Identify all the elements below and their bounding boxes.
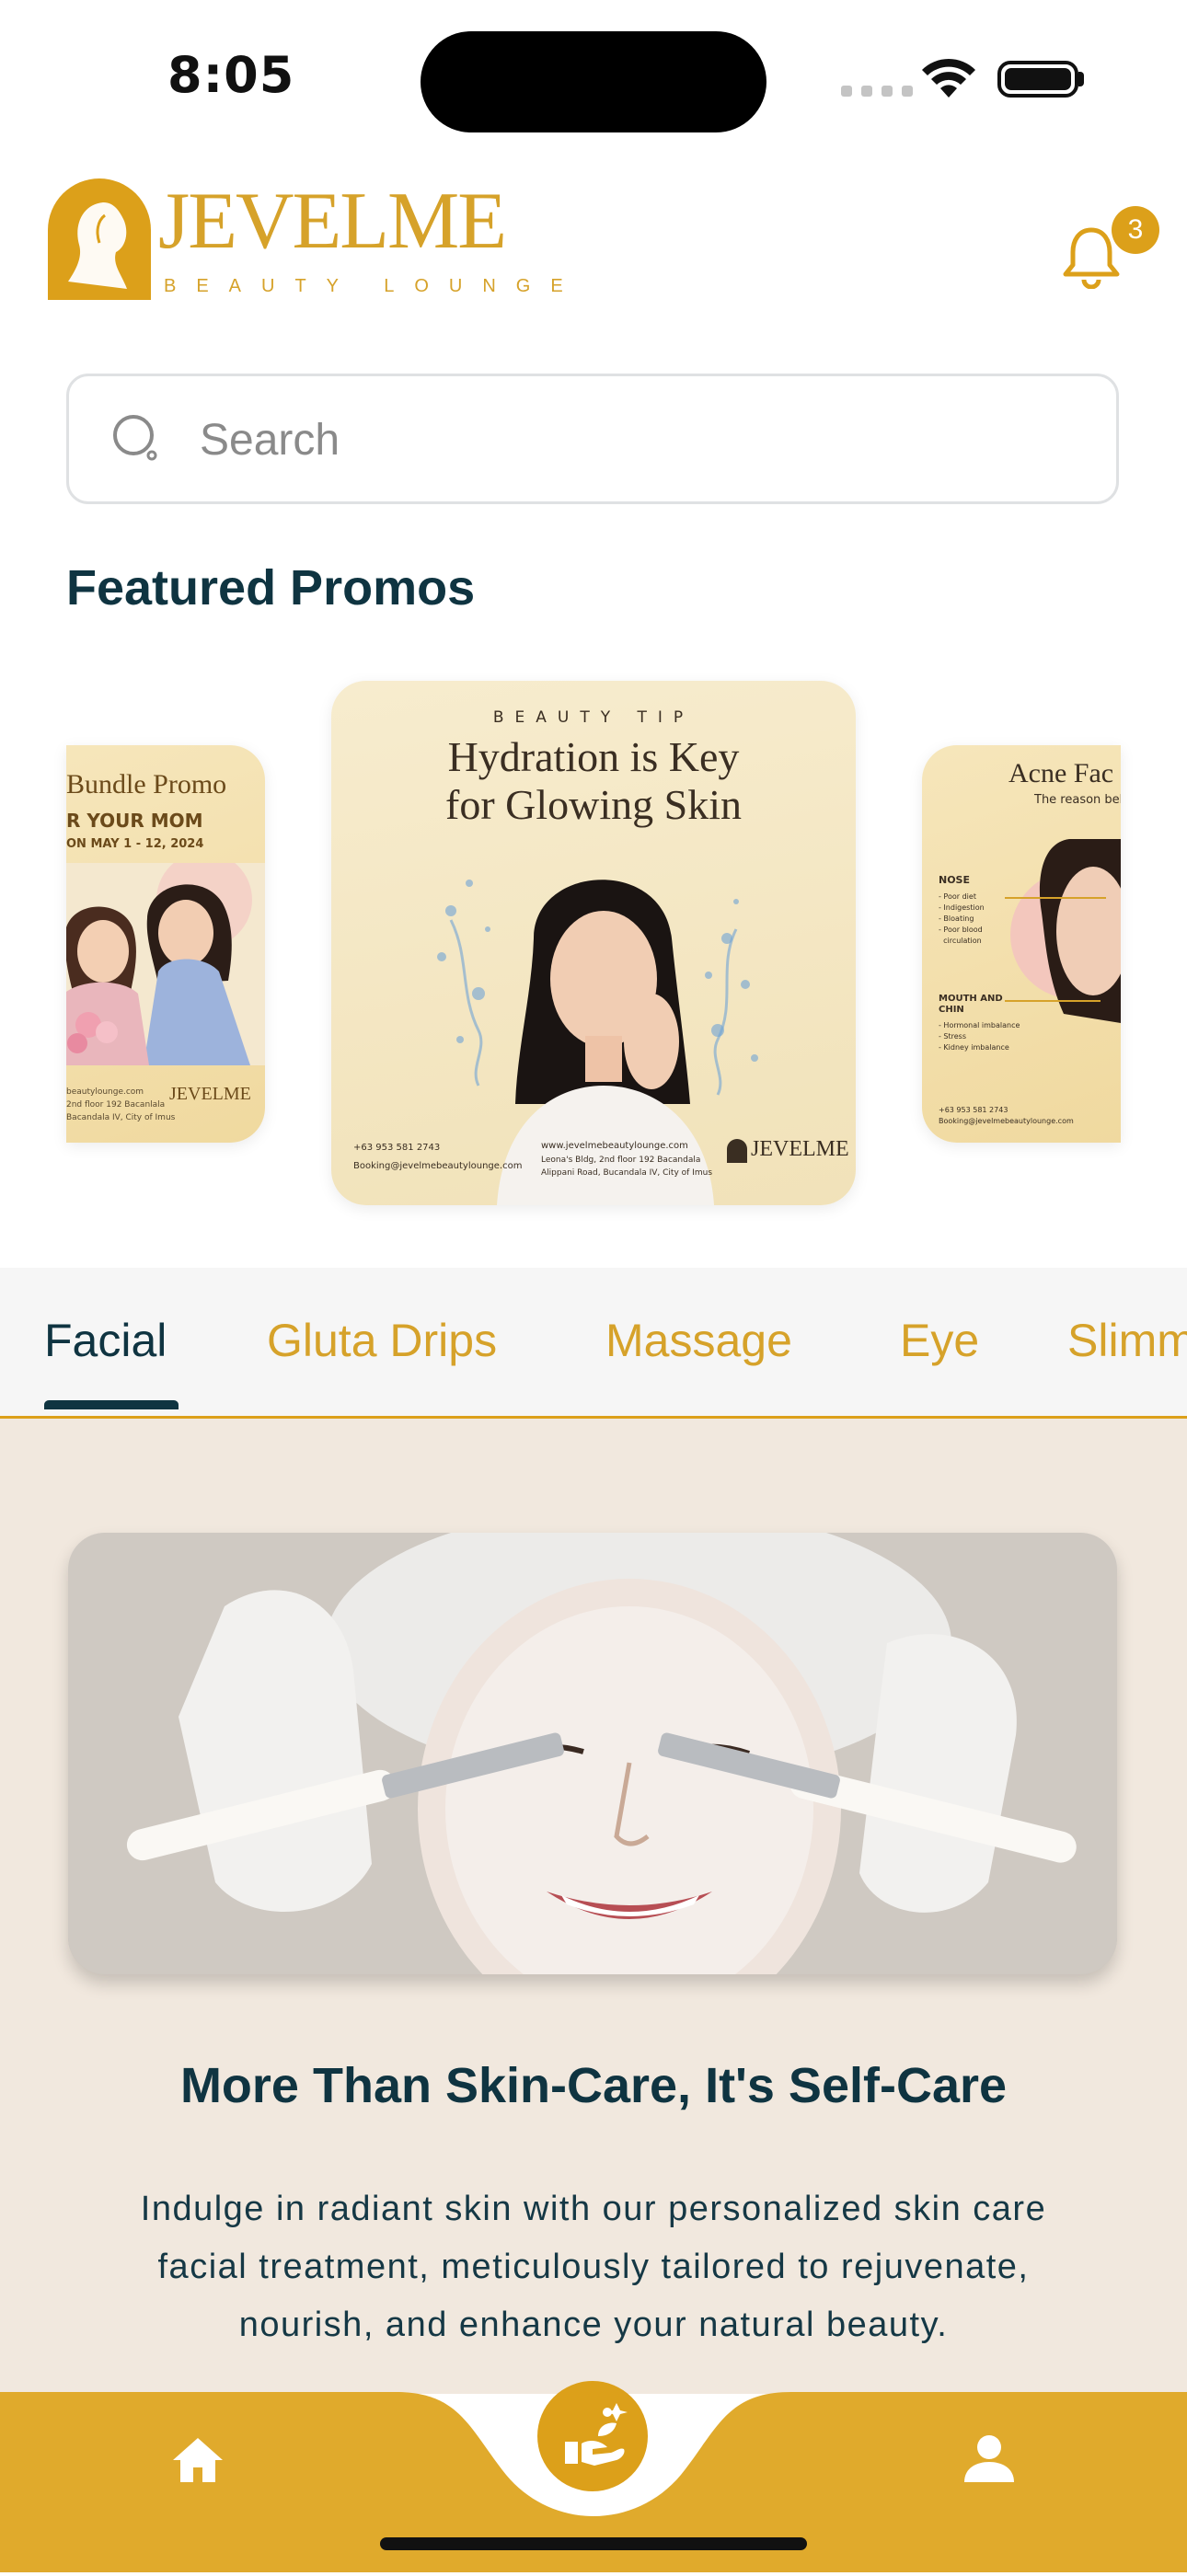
promo-section2-item: - Hormonal imbalance <box>939 1021 1020 1029</box>
promo-kicker: BEAUTY TIP <box>492 708 695 727</box>
notification-count-badge: 3 <box>1112 206 1159 254</box>
promo-section1-item: - Poor blood <box>939 926 983 934</box>
promo-section1-item: - Bloating <box>939 914 974 923</box>
cellular-signal-icon <box>841 86 913 97</box>
logo-subtitle: BEAUTY LOUNGE <box>164 276 583 296</box>
tab-facial[interactable]: Facial <box>44 1314 167 1367</box>
battery-cap <box>1078 72 1084 86</box>
logo-badge <box>48 178 151 300</box>
tab-massage[interactable]: Massage <box>605 1314 792 1367</box>
promo-footer-a: beautylounge.com <box>66 1087 144 1097</box>
search-input[interactable] <box>198 404 1030 476</box>
home-indicator <box>380 2537 807 2550</box>
promo-section2-item: - Stress <box>939 1032 967 1041</box>
promo-section2-item: - Kidney imbalance <box>939 1043 1009 1052</box>
facial-hero-image <box>68 1533 1117 1974</box>
content-title: More Than Skin-Care, It's Self-Care <box>179 2058 1008 2113</box>
content-description: Indulge in radiant skin with our persona… <box>140 2190 1047 2344</box>
promo-brand: JEVELME <box>751 1137 849 1161</box>
tab-eye[interactable]: Eye <box>900 1314 979 1367</box>
promo-footer-b: 2nd floor 192 Bacanlala <box>66 1100 166 1110</box>
promo-title-line1: Hydration is Key <box>447 733 740 780</box>
promo-email: Booking@jevelmebeautylounge.com <box>939 1117 1074 1125</box>
promo-phone: +63 953 581 2743 <box>353 1143 441 1153</box>
search-icon <box>111 413 163 468</box>
promo-section1-item: - Indigestion <box>939 903 985 912</box>
status-time: 8:05 <box>167 46 295 104</box>
promo-title: Acne Fac <box>1008 758 1114 788</box>
promo-section1-item: circulation <box>939 937 982 945</box>
home-icon[interactable] <box>171 2436 225 2488</box>
promo-email: Booking@jevelmebeautylounge.com <box>353 1161 523 1171</box>
services-fab-button[interactable] <box>537 2381 648 2491</box>
promo-subtitle: The reason behin <box>1034 793 1121 807</box>
promo-phone: +63 953 581 2743 <box>939 1106 1008 1114</box>
promo-brand-logo <box>727 1139 747 1163</box>
promo-address-1: Leona's Bldg, 2nd floor 192 Bacandala <box>541 1156 701 1165</box>
promo-section2-title: MOUTH AND CHIN <box>939 994 1003 1015</box>
wifi-icon <box>920 57 977 103</box>
promo-section1-title: NOSE <box>939 874 970 886</box>
tab-gluta-drips[interactable]: Gluta Drips <box>267 1314 497 1367</box>
category-tabs: Facial Gluta Drips Massage Eye Slimm <box>0 1268 1187 1419</box>
promo-subtitle: R YOUR MOM <box>66 810 203 832</box>
promo-card-bundle[interactable]: Bundle Promo R YOUR MOM ON MAY 1 - 12, 2… <box>66 745 265 1143</box>
promo-face-illustration <box>1005 821 1121 1051</box>
promo-card-acne[interactable]: Acne Fac The reason behin NOSE - Poor di… <box>922 745 1121 1143</box>
featured-promos-title: Featured Promos <box>66 560 476 615</box>
promo-brand: JEVELME <box>169 1084 251 1104</box>
promo-title: Bundle Promo <box>66 769 227 799</box>
promo-photo <box>66 852 265 1065</box>
active-tab-indicator <box>44 1400 179 1409</box>
search-bar[interactable] <box>66 374 1119 504</box>
promo-title-line2: for Glowing Skin <box>445 781 742 828</box>
battery-icon <box>997 61 1078 98</box>
promo-website: www.jevelmebeautylounge.com <box>541 1141 688 1151</box>
tab-slimming[interactable]: Slimm <box>1067 1314 1187 1367</box>
dynamic-island <box>421 31 766 132</box>
promo-footer-c: Bacandala IV, City of Imus <box>66 1113 176 1122</box>
spa-service-icon <box>565 2403 628 2466</box>
promo-address-2: Alippani Road, Bucandala IV, City of Imu… <box>541 1168 713 1178</box>
logo-wordmark: JEVELME <box>158 177 507 266</box>
promo-dates: ON MAY 1 - 12, 2024 <box>66 837 204 851</box>
profile-icon[interactable] <box>962 2432 1016 2488</box>
promo-section1-item: - Poor diet <box>939 892 976 901</box>
promo-card-hydration[interactable]: BEAUTY TIP Hydration is Key for Glowing … <box>331 681 856 1205</box>
